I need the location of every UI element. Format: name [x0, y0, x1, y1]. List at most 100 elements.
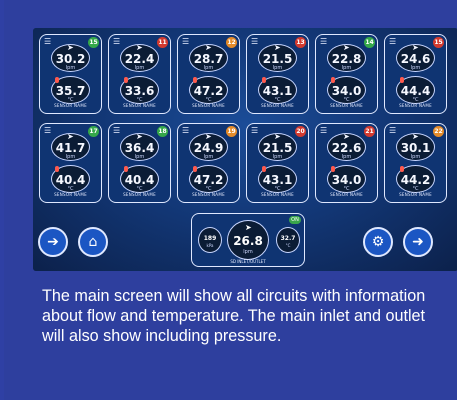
temperature-value: 34.0: [331, 173, 362, 187]
thermometer-icon: [55, 166, 59, 172]
thermometer-icon: [124, 77, 128, 83]
flow-arrow-icon: ➤: [67, 43, 74, 52]
flow-dial: ➤ 30.2 lpm: [51, 43, 90, 72]
circuit-card[interactable]: ☰ 19 ➤ 24.9 lpm 47.2 °C SENSOR NAME: [177, 123, 240, 203]
flow-unit: lpm: [134, 65, 145, 71]
circuit-label: SENSOR NAME: [399, 103, 432, 108]
circuit-grid: ☰ 15 ➤ 30.2 lpm 35.7 °C SENSOR NAME ☰ 11 ➤ 22.4 lpm 3…: [39, 34, 452, 210]
circuit-card[interactable]: ☰ 15 ➤ 24.6 lpm 44.4 °C SENSOR NAME: [384, 34, 447, 114]
home-button[interactable]: ⌂: [78, 227, 108, 257]
circuit-menu-icon: ☰: [44, 37, 52, 46]
circuit-menu-icon: ☰: [113, 37, 121, 46]
flow-unit: lpm: [341, 154, 352, 160]
flow-dial: ➤ 28.7 lpm: [189, 43, 228, 72]
flow-value: 21.5: [262, 141, 293, 155]
flow-arrow-icon: ➤: [205, 43, 212, 52]
circuit-card[interactable]: ☰ 15 ➤ 30.2 lpm 35.7 °C SENSOR NAME: [39, 34, 102, 114]
temperature-value: 43.1: [262, 84, 293, 98]
circuit-card[interactable]: ☰ 13 ➤ 21.5 lpm 43.1 °C SENSOR NAME: [246, 34, 309, 114]
settings-button[interactable]: ⚙: [363, 227, 393, 257]
temperature-value: 44.2: [400, 173, 431, 187]
flow-value: 22.4: [124, 52, 155, 66]
inlet-flow-unit: lpm: [243, 249, 253, 255]
thermometer-icon: [262, 77, 266, 83]
flow-unit: lpm: [410, 154, 421, 160]
thermometer-icon: [55, 77, 59, 83]
inlet-flow-value: 26.8: [233, 234, 263, 248]
flow-dial: ➤ 30.1 lpm: [396, 132, 435, 161]
flow-unit: lpm: [203, 154, 214, 160]
temperature-dial: 43.1 °C: [258, 165, 297, 193]
inlet-temp-value: 32.7: [280, 235, 296, 242]
flow-dial: ➤ 22.4 lpm: [120, 43, 159, 72]
flow-dial: ➤ 36.4 lpm: [120, 132, 159, 161]
circuit-label: SENSOR NAME: [54, 192, 87, 197]
flow-arrow-icon: ➤: [343, 43, 350, 52]
back-arrow-icon: ➔: [47, 234, 59, 250]
temperature-value: 47.2: [193, 173, 224, 187]
temperature-dial: 35.7 °C: [51, 76, 90, 104]
flow-value: 22.6: [331, 141, 362, 155]
circuit-menu-icon: ☰: [182, 37, 190, 46]
inlet-outlet-panel[interactable]: ON 189 kPa ➤ 26.8 lpm 32.7 °C SD INLET/O…: [191, 213, 305, 267]
flow-dial: ➤ 22.6 lpm: [327, 132, 366, 161]
temperature-value: 34.0: [331, 84, 362, 98]
thermometer-icon: [331, 77, 335, 83]
thermometer-icon: [400, 166, 404, 172]
flow-arrow-icon: ➤: [205, 132, 212, 141]
flow-dial: ➤ 24.6 lpm: [396, 43, 435, 72]
flow-value: 28.7: [193, 52, 224, 66]
thermometer-icon: [400, 77, 404, 83]
circuit-status-badge: 15: [88, 37, 99, 48]
circuit-label: SENSOR NAME: [399, 192, 432, 197]
circuit-status-badge: 11: [157, 37, 168, 48]
flow-unit: lpm: [65, 65, 76, 71]
flow-arrow-icon: ➤: [412, 132, 419, 141]
flow-value: 41.7: [55, 141, 86, 155]
flow-unit: lpm: [272, 65, 283, 71]
circuit-status-badge: 17: [88, 126, 99, 137]
temperature-value: 40.4: [124, 173, 155, 187]
temperature-value: 35.7: [55, 84, 86, 98]
back-button[interactable]: ➔: [38, 227, 68, 257]
circuit-card[interactable]: ☰ 22 ➤ 30.1 lpm 44.2 °C SENSOR NAME: [384, 123, 447, 203]
forward-button[interactable]: ➜: [403, 227, 433, 257]
circuit-label: SENSOR NAME: [261, 103, 294, 108]
flow-value: 22.8: [331, 52, 362, 66]
temperature-dial: 44.2 °C: [396, 165, 435, 193]
temperature-dial: 47.2 °C: [189, 76, 228, 104]
circuit-menu-icon: ☰: [182, 126, 190, 135]
flow-arrow-icon: ➤: [136, 43, 143, 52]
pressure-unit: kPa: [206, 243, 214, 248]
circuit-menu-icon: ☰: [251, 126, 259, 135]
flow-arrow-icon: ➤: [136, 132, 143, 141]
circuit-card[interactable]: ☰ 14 ➤ 22.8 lpm 34.0 °C SENSOR NAME: [315, 34, 378, 114]
circuit-menu-icon: ☰: [389, 37, 397, 46]
flow-dial: ➤ 24.9 lpm: [189, 132, 228, 161]
flow-arrow-icon: ➤: [67, 132, 74, 141]
circuit-menu-icon: ☰: [113, 126, 121, 135]
thermometer-icon: [193, 77, 197, 83]
circuit-status-badge: 21: [364, 126, 375, 137]
temperature-dial: 43.1 °C: [258, 76, 297, 104]
circuit-status-badge: 20: [295, 126, 306, 137]
circuit-status-badge: 13: [295, 37, 306, 48]
flow-unit: lpm: [203, 65, 214, 71]
flow-unit: lpm: [410, 65, 421, 71]
bottom-bar: ➔ ⌂ ON 189 kPa ➤ 26.8 lpm 32.7 °C SD INL…: [33, 213, 457, 271]
inlet-label: SD INLET/OUTLET: [230, 259, 266, 264]
temperature-value: 44.4: [400, 84, 431, 98]
circuit-card[interactable]: ☰ 20 ➤ 21.5 lpm 43.1 °C SENSOR NAME: [246, 123, 309, 203]
temperature-value: 40.4: [55, 173, 86, 187]
temperature-dial: 34.0 °C: [327, 76, 366, 104]
circuit-card[interactable]: ☰ 12 ➤ 28.7 lpm 47.2 °C SENSOR NAME: [177, 34, 240, 114]
circuit-card[interactable]: ☰ 17 ➤ 41.7 lpm 40.4 °C SENSOR NAME: [39, 123, 102, 203]
circuit-menu-icon: ☰: [320, 37, 328, 46]
circuit-card[interactable]: ☰ 18 ➤ 36.4 lpm 40.4 °C SENSOR NAME: [108, 123, 171, 203]
flow-arrow-icon: ➤: [412, 43, 419, 52]
circuit-card[interactable]: ☰ 11 ➤ 22.4 lpm 33.6 °C SENSOR NAME: [108, 34, 171, 114]
device-screen: ☰ 15 ➤ 30.2 lpm 35.7 °C SENSOR NAME ☰ 11 ➤ 22.4 lpm 3…: [33, 28, 457, 271]
circuit-card[interactable]: ☰ 21 ➤ 22.6 lpm 34.0 °C SENSOR NAME: [315, 123, 378, 203]
temperature-value: 43.1: [262, 173, 293, 187]
circuit-status-badge: 12: [226, 37, 237, 48]
